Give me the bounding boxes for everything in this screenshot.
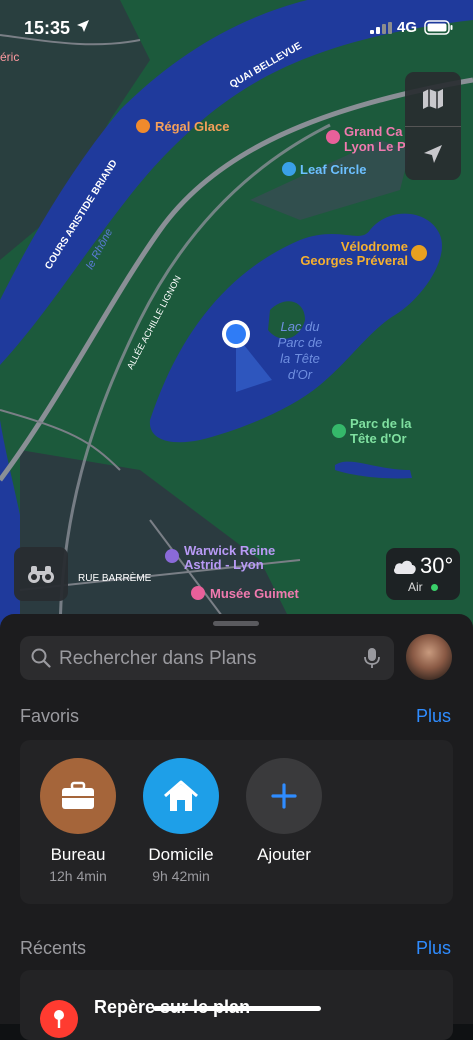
recent-item[interactable]: Repère sur le plan [20,970,453,1040]
weather-widget[interactable]: 30° Air [386,548,460,600]
look-around-button[interactable] [14,547,68,601]
lake-label-1: Lac du [280,319,319,334]
poi-regal-label: Régal Glace [155,119,229,134]
poi-guimet-label: Musée Guimet [210,586,300,601]
location-arrow-icon [424,145,442,163]
favorite-domicile[interactable]: Domicile 9h 42min [136,758,226,884]
track-location-button[interactable] [405,127,461,181]
poi-leaf-label: Leaf Circle [300,162,366,177]
pin-icon [40,1000,78,1038]
favorite-bureau[interactable]: Bureau 12h 4min [33,758,123,884]
search-input[interactable]: Rechercher dans Plans [20,636,394,680]
favorite-add-circle [246,758,322,834]
microphone-icon[interactable] [364,647,380,669]
air-quality-indicator [431,584,438,591]
user-avatar[interactable] [406,634,452,680]
map-label-rue: RUE BARRÈME [78,571,152,584]
briefcase-icon [62,781,94,809]
favorite-label: Domicile [148,845,214,864]
home-indicator[interactable] [153,1006,321,1011]
favorite-add[interactable]: Ajouter [239,758,329,865]
weather-temperature: 30° [420,553,454,578]
poi-warwick-label-2: Astrid - Lyon [184,557,264,572]
status-time: 15:35 [24,18,71,38]
map-view[interactable]: éric QUAI BELLEVUE COURS ARISTIDE BRIAND… [0,0,473,640]
poi-warwick-label-1: Warwick Reine [184,543,275,558]
status-bar: 15:35 4G [0,0,473,56]
map-controls [405,72,461,180]
favorites-card: Bureau 12h 4min Domicile 9h 42min Ajoute… [20,740,453,904]
map-icon [423,89,443,109]
house-icon [164,780,198,811]
poi-parc-label-2: Tête d'Or [350,431,407,446]
cloud-icon [394,560,416,574]
lake-label-2: Parc de [278,335,323,350]
favorite-label: Bureau [50,845,106,864]
poi-casino-label-1: Grand Ca [344,124,403,139]
recents-title: Récents [20,938,87,958]
lake-label-3: la Tête [280,351,320,366]
favorite-eta: 12h 4min [49,868,107,884]
search-icon [31,648,51,668]
favorite-domicile-circle [143,758,219,834]
location-arrow-icon [77,20,89,32]
favorite-eta: 9h 42min [152,868,210,884]
poi-casino-label-2: Lyon Le P [344,139,406,154]
sheet-grabber[interactable] [213,621,259,626]
search-placeholder: Rechercher dans Plans [59,648,257,669]
favorite-bureau-circle [40,758,116,834]
favorites-title: Favoris [20,706,80,726]
map-mode-button[interactable] [405,72,461,126]
signal-icon [370,22,392,34]
plus-icon [271,783,297,809]
network-type: 4G [397,19,418,36]
poi-parc-label-1: Parc de la [350,416,412,431]
bottom-sheet[interactable]: Rechercher dans Plans Favoris Plus Burea… [0,614,473,1040]
poi-velodrome-label-2: Georges Préveral [300,253,408,268]
battery-icon [424,20,453,35]
favorite-label: Ajouter [257,845,311,864]
recents-more-link[interactable]: Plus [416,938,451,959]
favorites-more-link[interactable]: Plus [416,706,451,727]
poi-velodrome-label-1: Vélodrome [341,239,408,254]
air-quality-label: Air [408,580,423,594]
binoculars-icon [28,566,54,583]
lake-label-4: d'Or [288,367,313,382]
